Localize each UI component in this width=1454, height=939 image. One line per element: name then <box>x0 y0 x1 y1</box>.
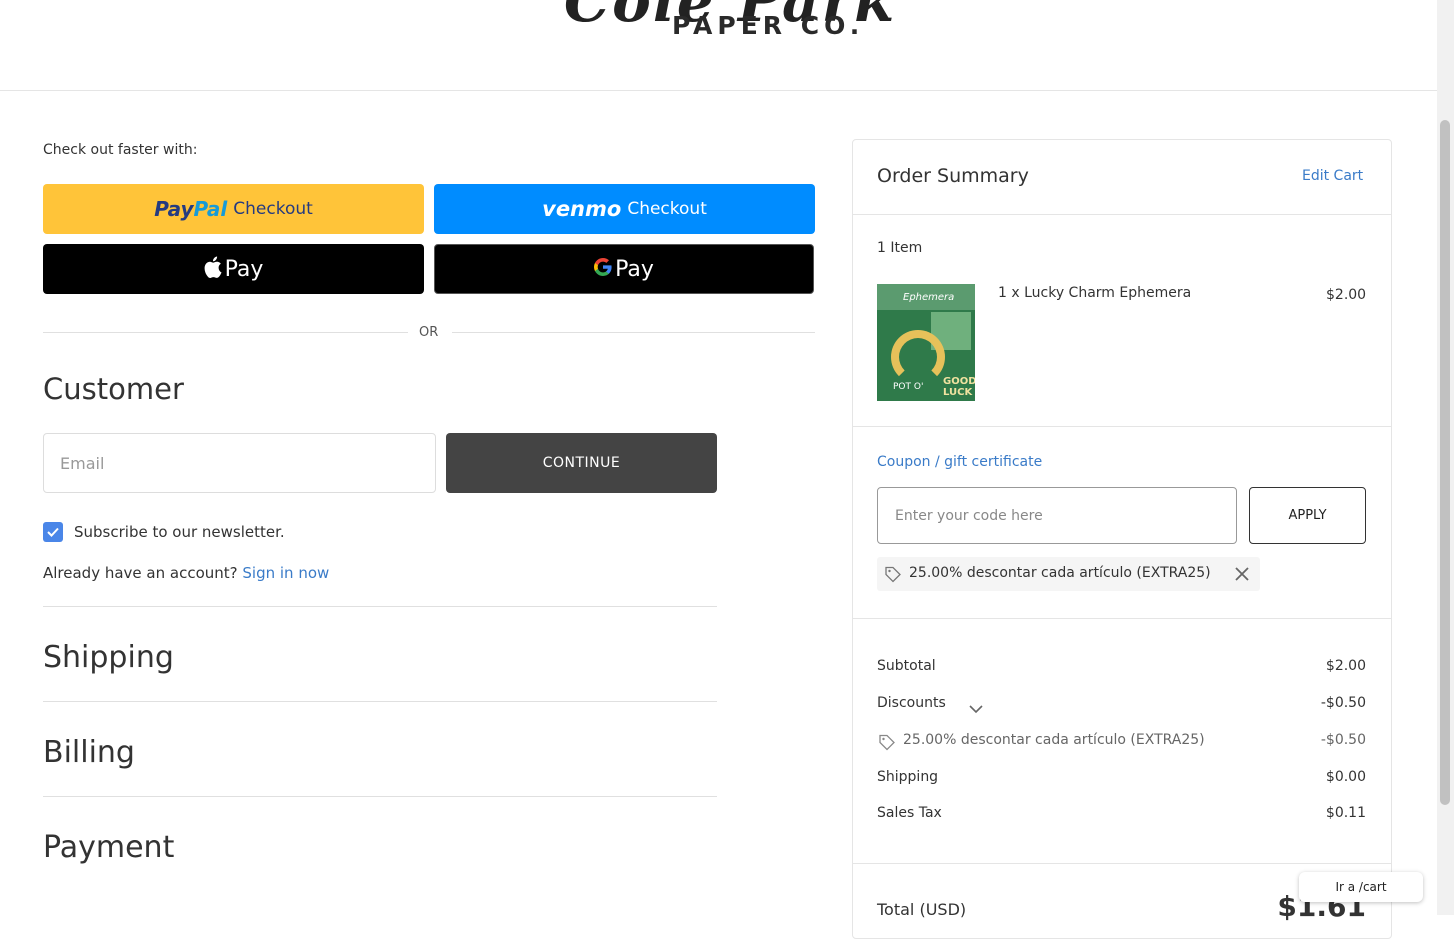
store-logo[interactable]: Cole Park PAPER CO. <box>564 0 904 44</box>
section-divider <box>43 701 717 702</box>
discounts-toggle[interactable]: Discounts <box>877 695 946 711</box>
link-preview-tooltip: Ir a /cart <box>1299 872 1423 902</box>
discount-line-value: -$0.50 <box>1320 732 1366 748</box>
or-divider-text: OR <box>419 325 439 340</box>
chevron-down-icon[interactable] <box>969 699 983 718</box>
account-prompt-text: Already have an account? <box>43 564 238 582</box>
section-divider <box>43 606 717 607</box>
line-item-name: 1 x Lucky Charm Ephemera <box>998 285 1192 301</box>
venmo-checkout-label: Checkout <box>627 199 707 219</box>
sales-tax-value: $0.11 <box>1325 805 1366 821</box>
billing-heading: Billing <box>43 735 135 770</box>
checkmark-icon <box>47 527 59 537</box>
google-pay-button[interactable]: Pay <box>434 244 814 294</box>
apply-coupon-button[interactable]: APPLY <box>1249 487 1366 544</box>
paypal-logo: PayPal <box>154 197 227 221</box>
google-pay-label: Pay <box>615 256 654 282</box>
coupon-toggle-link[interactable]: Coupon / gift certificate <box>877 454 1042 470</box>
payment-heading: Payment <box>43 830 175 865</box>
newsletter-checkbox[interactable] <box>43 522 63 542</box>
shipping-heading: Shipping <box>43 640 174 675</box>
summary-divider <box>853 618 1391 619</box>
paypal-logo-pal: Pal <box>193 197 228 221</box>
paypal-logo-pay: Pay <box>154 197 194 221</box>
venmo-checkout-button[interactable]: venmo Checkout <box>434 184 815 234</box>
apple-pay-button[interactable]: Pay <box>43 244 424 294</box>
applied-coupon-text: 25.00% descontar cada artículo (EXTRA25) <box>909 565 1211 581</box>
tag-icon <box>878 733 896 755</box>
shipping-label: Shipping <box>877 769 939 785</box>
venmo-logo: venmo <box>542 197 622 221</box>
sign-in-link[interactable]: Sign in now <box>242 564 329 582</box>
newsletter-label[interactable]: Subscribe to our newsletter. <box>74 523 285 541</box>
tag-icon <box>884 565 902 587</box>
shipping-value: $0.00 <box>1325 769 1366 785</box>
thumb-rainbow-arch <box>891 330 945 384</box>
summary-divider <box>853 214 1391 215</box>
subtotal-value: $2.00 <box>1325 658 1366 674</box>
or-divider-left <box>43 332 408 333</box>
or-divider-right <box>452 332 815 333</box>
edit-cart-link[interactable]: Edit Cart <box>1302 168 1363 184</box>
thumb-title-text: Ephemera <box>903 292 955 303</box>
section-divider <box>43 796 717 797</box>
order-summary-title: Order Summary <box>877 165 1029 187</box>
discounts-value: -$0.50 <box>1320 695 1366 711</box>
paypal-checkout-button[interactable]: PayPal Checkout <box>43 184 424 234</box>
summary-divider <box>853 863 1391 864</box>
logo-subtitle: PAPER CO. <box>672 11 865 40</box>
email-input[interactable]: Email <box>43 433 436 493</box>
continue-button[interactable]: CONTINUE <box>446 433 717 493</box>
apple-pay-label: Pay <box>224 256 264 282</box>
discount-line-label: 25.00% descontar cada artículo (EXTRA25) <box>903 732 1205 748</box>
account-prompt-row: Already have an account? Sign in now <box>43 564 329 582</box>
thumb-good-luck-text: GOOD LUCK <box>943 376 975 398</box>
sales-tax-label: Sales Tax <box>877 805 942 821</box>
coupon-code-input[interactable]: Enter your code here <box>877 487 1237 544</box>
page-scrollbar-thumb[interactable] <box>1440 120 1450 805</box>
google-g-icon <box>594 257 612 281</box>
items-count: 1 Item <box>877 240 923 256</box>
thumb-pot-text: POT O' <box>893 382 924 392</box>
paypal-checkout-label: Checkout <box>233 199 313 219</box>
apple-icon <box>204 256 222 282</box>
line-item-price: $2.00 <box>1326 287 1367 303</box>
remove-coupon-close-icon[interactable] <box>1233 565 1251 583</box>
express-checkout-label: Check out faster with: <box>43 142 198 158</box>
site-header: Cole Park PAPER CO. <box>0 0 1437 91</box>
summary-divider <box>853 426 1391 427</box>
subtotal-label: Subtotal <box>877 658 936 674</box>
customer-heading: Customer <box>43 372 184 406</box>
product-thumbnail: Ephemera POT O' GOOD LUCK <box>877 284 975 401</box>
total-label: Total (USD) <box>877 900 967 919</box>
